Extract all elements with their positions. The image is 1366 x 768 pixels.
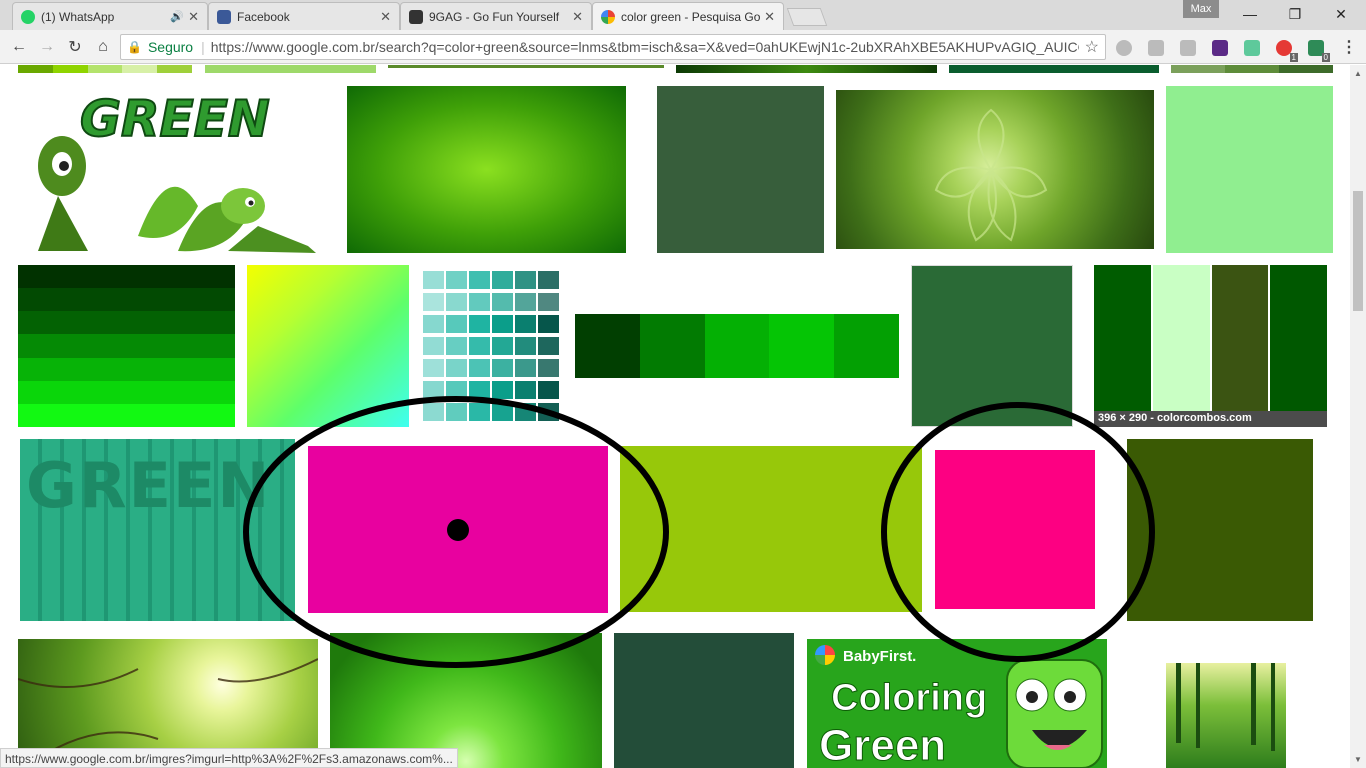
forward-button[interactable]: → [36,36,58,58]
tab-9gag[interactable]: 9GAG - Go Fun Yourself ✕ [400,2,592,30]
scroll-thumb[interactable] [1353,191,1363,311]
lock-icon: 🔒 [127,40,142,54]
address-bar[interactable]: 🔒 Seguro | https://www.google.com.br/sea… [120,34,1106,60]
minimize-button[interactable]: — [1227,0,1273,28]
restore-button[interactable]: ❐ [1272,0,1318,28]
tab-facebook[interactable]: Facebook ✕ [208,2,400,30]
browser-toolbar: ← → ↻ ⌂ 🔒 Seguro | https://www.google.co… [0,30,1366,64]
url-text[interactable]: https://www.google.com.br/search?q=color… [211,39,1079,55]
annotation-ellipse-pink [881,402,1155,662]
tab-title: color green - Pesquisa Go [621,9,761,24]
profile-button[interactable]: Max [1183,0,1219,18]
tab-title: 9GAG - Go Fun Yourself [429,9,560,24]
search-extension-icon[interactable] [1212,40,1228,56]
facebook-icon [217,9,231,24]
9gag-icon [409,9,423,24]
tree-badge: 0 [1321,53,1330,62]
menu-icon[interactable]: ⋮ [1338,36,1360,58]
annotation-dot [447,519,469,541]
mail-extension-icon[interactable] [1116,40,1132,56]
secure-label: Seguro [147,39,194,55]
speaker-icon[interactable]: 🔊 [170,10,184,23]
new-tab-button[interactable] [786,8,828,26]
vertical-scrollbar[interactable]: ▲ ▼ [1350,65,1366,768]
google-icon [601,9,615,24]
home-button[interactable]: ⌂ [92,36,114,58]
whatsapp-icon [21,9,35,24]
adblock-badge: 1 [1289,53,1298,62]
star-icon[interactable]: ☆ [1085,37,1099,57]
audio-extension-icon[interactable] [1244,40,1260,56]
tab-strip: (1) WhatsApp 🔊 ✕ Facebook ✕ 9GAG - Go Fu… [0,0,1366,30]
close-window-button[interactable]: ✕ [1318,0,1364,28]
scroll-down-icon[interactable]: ▼ [1354,755,1362,764]
inbox-extension-icon[interactable] [1180,40,1196,56]
reload-button[interactable]: ↻ [64,36,86,58]
tab-google[interactable]: color green - Pesquisa Go ✕ [592,2,784,30]
separator: | [201,39,205,55]
status-bar: https://www.google.com.br/imgres?imgurl=… [0,748,458,768]
close-tab-icon[interactable]: ✕ [380,9,391,25]
back-button[interactable]: ← [8,36,30,58]
annotation-overlay [243,396,1155,668]
scroll-up-icon[interactable]: ▲ [1354,69,1362,78]
close-tab-icon[interactable]: ✕ [764,9,775,25]
tab-whatsapp[interactable]: (1) WhatsApp 🔊 ✕ [12,2,208,30]
tab-title: Facebook [237,9,290,24]
adblock-extension-icon[interactable]: 1 [1276,40,1298,62]
close-tab-icon[interactable]: ✕ [188,9,199,25]
image-results: GREEN 396 × 290 - colorcombos.com GREEN … [0,65,1350,768]
drive-extension-icon[interactable] [1148,40,1164,56]
close-tab-icon[interactable]: ✕ [572,9,583,25]
tree-extension-icon[interactable]: 0 [1308,40,1330,62]
tab-title: (1) WhatsApp [41,9,115,24]
